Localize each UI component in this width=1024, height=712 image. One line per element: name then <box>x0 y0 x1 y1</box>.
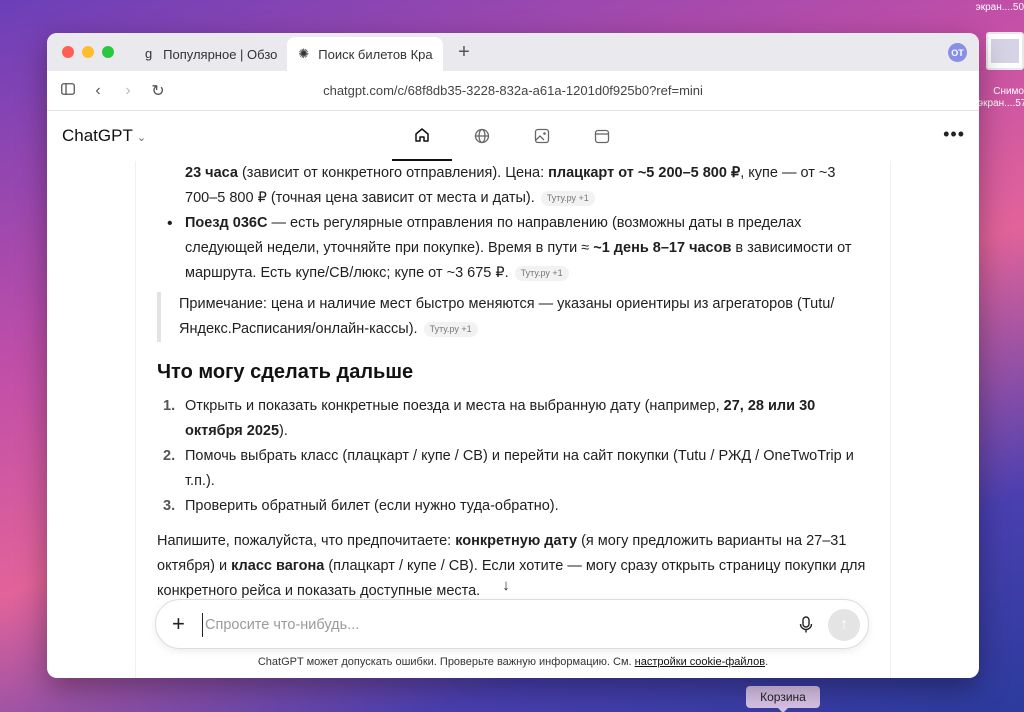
zoom-window-button[interactable] <box>102 46 114 58</box>
text: ). <box>279 423 288 439</box>
assistant-message: 23 часа (зависит от конкретного отправле… <box>157 161 867 604</box>
sidebar-toggle-icon[interactable] <box>53 82 83 100</box>
calendar-icon[interactable] <box>572 111 632 161</box>
source-citation[interactable]: Туту.ру +1 <box>540 191 595 206</box>
cookie-settings-link[interactable]: настройки cookie-файлов <box>635 656 765 668</box>
list-item: Поезд 036С — есть регулярные отправления… <box>157 211 867 286</box>
add-attachment-icon[interactable]: + <box>172 611 185 637</box>
tab-label: Поиск билетов Крас <box>318 46 433 62</box>
microphone-icon[interactable] <box>799 614 813 636</box>
thumbnail-preview <box>991 39 1019 63</box>
bold-text: 23 часа <box>185 165 238 181</box>
list-item: 23 часа (зависит от конкретного отправле… <box>157 161 867 211</box>
window-controls <box>62 46 132 58</box>
disclaimer-end: . <box>765 656 769 668</box>
source-citation[interactable]: Туту.ру +1 <box>514 266 569 281</box>
tab-bar: g Популярное | Обзор ✺ Поиск билетов Кра… <box>47 33 979 71</box>
image-icon[interactable] <box>512 111 572 161</box>
text: Напишите, пожалуйста, что предпочитаете: <box>157 533 456 549</box>
steps-list: 1. Открыть и показать конкретные поезда и… <box>157 394 867 519</box>
home-icon[interactable] <box>392 111 452 161</box>
trash-tooltip: Корзина <box>746 686 820 712</box>
browser-window: g Популярное | Обзор ✺ Поиск билетов Кра… <box>47 33 979 678</box>
tab-ticket-search[interactable]: ✺ Поиск билетов Крас <box>287 37 443 71</box>
bold-text: ~1 день 8–17 часов <box>593 240 732 256</box>
section-heading: Что могу сделать дальше <box>157 361 414 383</box>
openai-logo-icon: ✺ <box>298 46 310 61</box>
url-field[interactable]: chatgpt.com/c/68f8db35-3228-832a-a61a-12… <box>47 83 979 98</box>
back-icon[interactable]: ‹ <box>83 82 113 100</box>
disclaimer-text: ChatGPT может допускать ошибки. Проверьт… <box>257 656 635 668</box>
tab-favicon-icon: g <box>144 46 153 61</box>
bold-text: Поезд 036С <box>185 215 268 231</box>
reload-icon[interactable]: ↻ <box>143 81 173 101</box>
text: Открыть и показать конкретные поезда и м… <box>185 398 724 414</box>
app-title: ChatGPT <box>62 126 133 145</box>
desktop-screenshot-label[interactable]: Снимо экран....57 <box>978 86 1024 110</box>
bold-text: плацкарт от ~5 200–5 800 ₽ <box>548 165 741 181</box>
more-options-icon[interactable]: ••• <box>943 124 965 145</box>
desktop-file-label[interactable]: экран....50 <box>964 2 1024 13</box>
bold-text: класс вагона <box>231 558 325 574</box>
list-number: 3. <box>163 498 176 514</box>
chevron-down-icon: ⌄ <box>136 132 147 144</box>
list-number: 1. <box>163 398 176 414</box>
message-composer: + ↑ <box>155 599 869 649</box>
new-tab-button[interactable]: + <box>449 41 479 64</box>
address-bar: ‹ › ↻ chatgpt.com/c/68f8db35-3228-832a-a… <box>47 71 979 111</box>
tab-popular[interactable]: g Популярное | Обзор <box>132 39 287 69</box>
blockquote-note: Примечание: цена и наличие мест быстро м… <box>157 292 867 342</box>
prompt-input[interactable] <box>202 613 782 637</box>
scroll-to-bottom-icon[interactable]: ↓ <box>494 573 518 597</box>
disclaimer: ChatGPT может допускать ошибки. Проверьт… <box>47 656 979 668</box>
send-arrow-icon[interactable]: ↑ <box>828 609 860 641</box>
globe-icon[interactable] <box>452 111 512 161</box>
model-selector[interactable]: ChatGPT ⌄ <box>62 126 146 146</box>
profile-avatar[interactable]: OT <box>948 43 967 62</box>
train-list: 23 часа (зависит от конкретного отправле… <box>157 161 867 286</box>
tab-label: Популярное | Обзор <box>163 46 277 62</box>
text: Помочь выбрать класс (плацкарт / купе / … <box>185 448 854 489</box>
list-number: 2. <box>163 448 176 464</box>
forward-icon[interactable]: › <box>113 82 143 100</box>
close-window-button[interactable] <box>62 46 74 58</box>
note-text: Примечание: цена и наличие мест быстро м… <box>179 296 835 337</box>
list-item: 1. Открыть и показать конкретные поезда и… <box>157 394 867 444</box>
chat-header: ChatGPT ⌄ ••• <box>47 111 979 161</box>
source-citation[interactable]: Туту.ру +1 <box>423 322 478 337</box>
app-tabs <box>392 111 632 161</box>
text: Проверить обратный билет (если нужно туд… <box>185 498 559 514</box>
list-item: 2. Помочь выбрать класс (плацкарт / купе … <box>157 444 867 494</box>
bold-text: конкретную дату <box>455 533 578 549</box>
text: (зависит от конкретного отправления). Це… <box>237 165 549 181</box>
desktop-screenshot-thumbnail[interactable] <box>986 32 1024 70</box>
minimize-window-button[interactable] <box>82 46 94 58</box>
list-item: 3. Проверить обратный билет (если нужно т… <box>157 494 867 519</box>
